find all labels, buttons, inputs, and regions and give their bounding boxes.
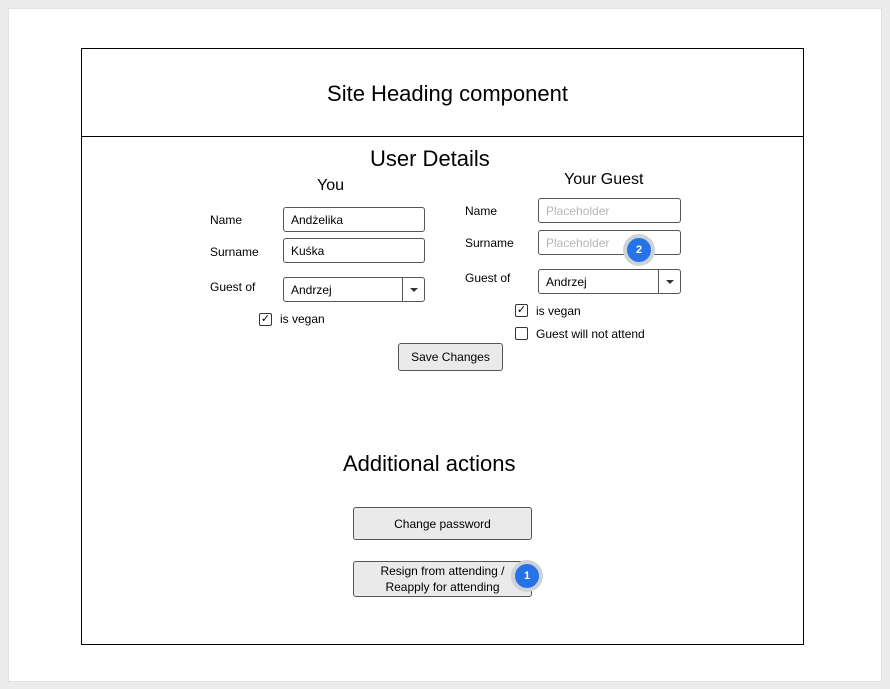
guest-vegan-checkbox[interactable]: ✓ xyxy=(515,304,528,317)
you-vegan-label: is vegan xyxy=(280,312,325,326)
user-details-title: User Details xyxy=(370,146,490,171)
additional-actions-title: Additional actions xyxy=(343,451,516,476)
site-heading-area: Site Heading component xyxy=(82,49,803,137)
you-guest-of-label: Guest of xyxy=(210,280,256,294)
resign-label-line1: Resign from attending / xyxy=(380,564,505,578)
chevron-down-icon[interactable] xyxy=(402,278,424,301)
guest-name-label: Name xyxy=(465,204,498,218)
chevron-down-icon[interactable] xyxy=(658,270,680,293)
annotation-badge-1: 1 xyxy=(511,560,543,592)
checkmark-icon: ✓ xyxy=(260,313,271,325)
you-title: You xyxy=(317,177,344,194)
badge-1-number: 1 xyxy=(515,564,539,588)
change-password-button[interactable]: Change password xyxy=(353,507,532,540)
guest-not-attend-checkbox[interactable] xyxy=(515,327,528,340)
you-guest-of-select[interactable]: Andrzej xyxy=(283,277,425,302)
you-surname-label: Surname xyxy=(210,245,259,259)
annotation-badge-2: 2 xyxy=(623,234,655,266)
guest-surname-input[interactable]: Placeholder xyxy=(538,230,681,255)
you-name-label: Name xyxy=(210,213,243,227)
resign-reapply-button[interactable]: Resign from attending / Reapply for atte… xyxy=(353,561,532,597)
resign-label-line2: Reapply for attending xyxy=(385,580,500,594)
guest-guest-of-value: Andrzej xyxy=(546,274,587,289)
guest-title: Your Guest xyxy=(564,171,644,188)
you-vegan-checkbox[interactable]: ✓ xyxy=(259,313,272,326)
page-frame: Site Heading component User Details You … xyxy=(81,48,804,645)
guest-name-input[interactable]: Placeholder xyxy=(538,198,681,223)
badge-2-number: 2 xyxy=(627,238,651,262)
guest-not-attend-label: Guest will not attend xyxy=(536,327,645,341)
guest-vegan-label: is vegan xyxy=(536,304,581,318)
checkmark-icon: ✓ xyxy=(516,304,527,316)
you-guest-of-value: Andrzej xyxy=(291,282,332,297)
you-name-input[interactable]: Andżelika xyxy=(283,207,425,232)
site-heading: Site Heading component xyxy=(327,81,568,106)
guest-guest-of-label: Guest of xyxy=(465,271,511,285)
you-surname-input[interactable]: Kuśka xyxy=(283,238,425,263)
guest-guest-of-select[interactable]: Andrzej xyxy=(538,269,681,294)
guest-surname-label: Surname xyxy=(465,236,514,250)
save-changes-button[interactable]: Save Changes xyxy=(398,343,503,371)
